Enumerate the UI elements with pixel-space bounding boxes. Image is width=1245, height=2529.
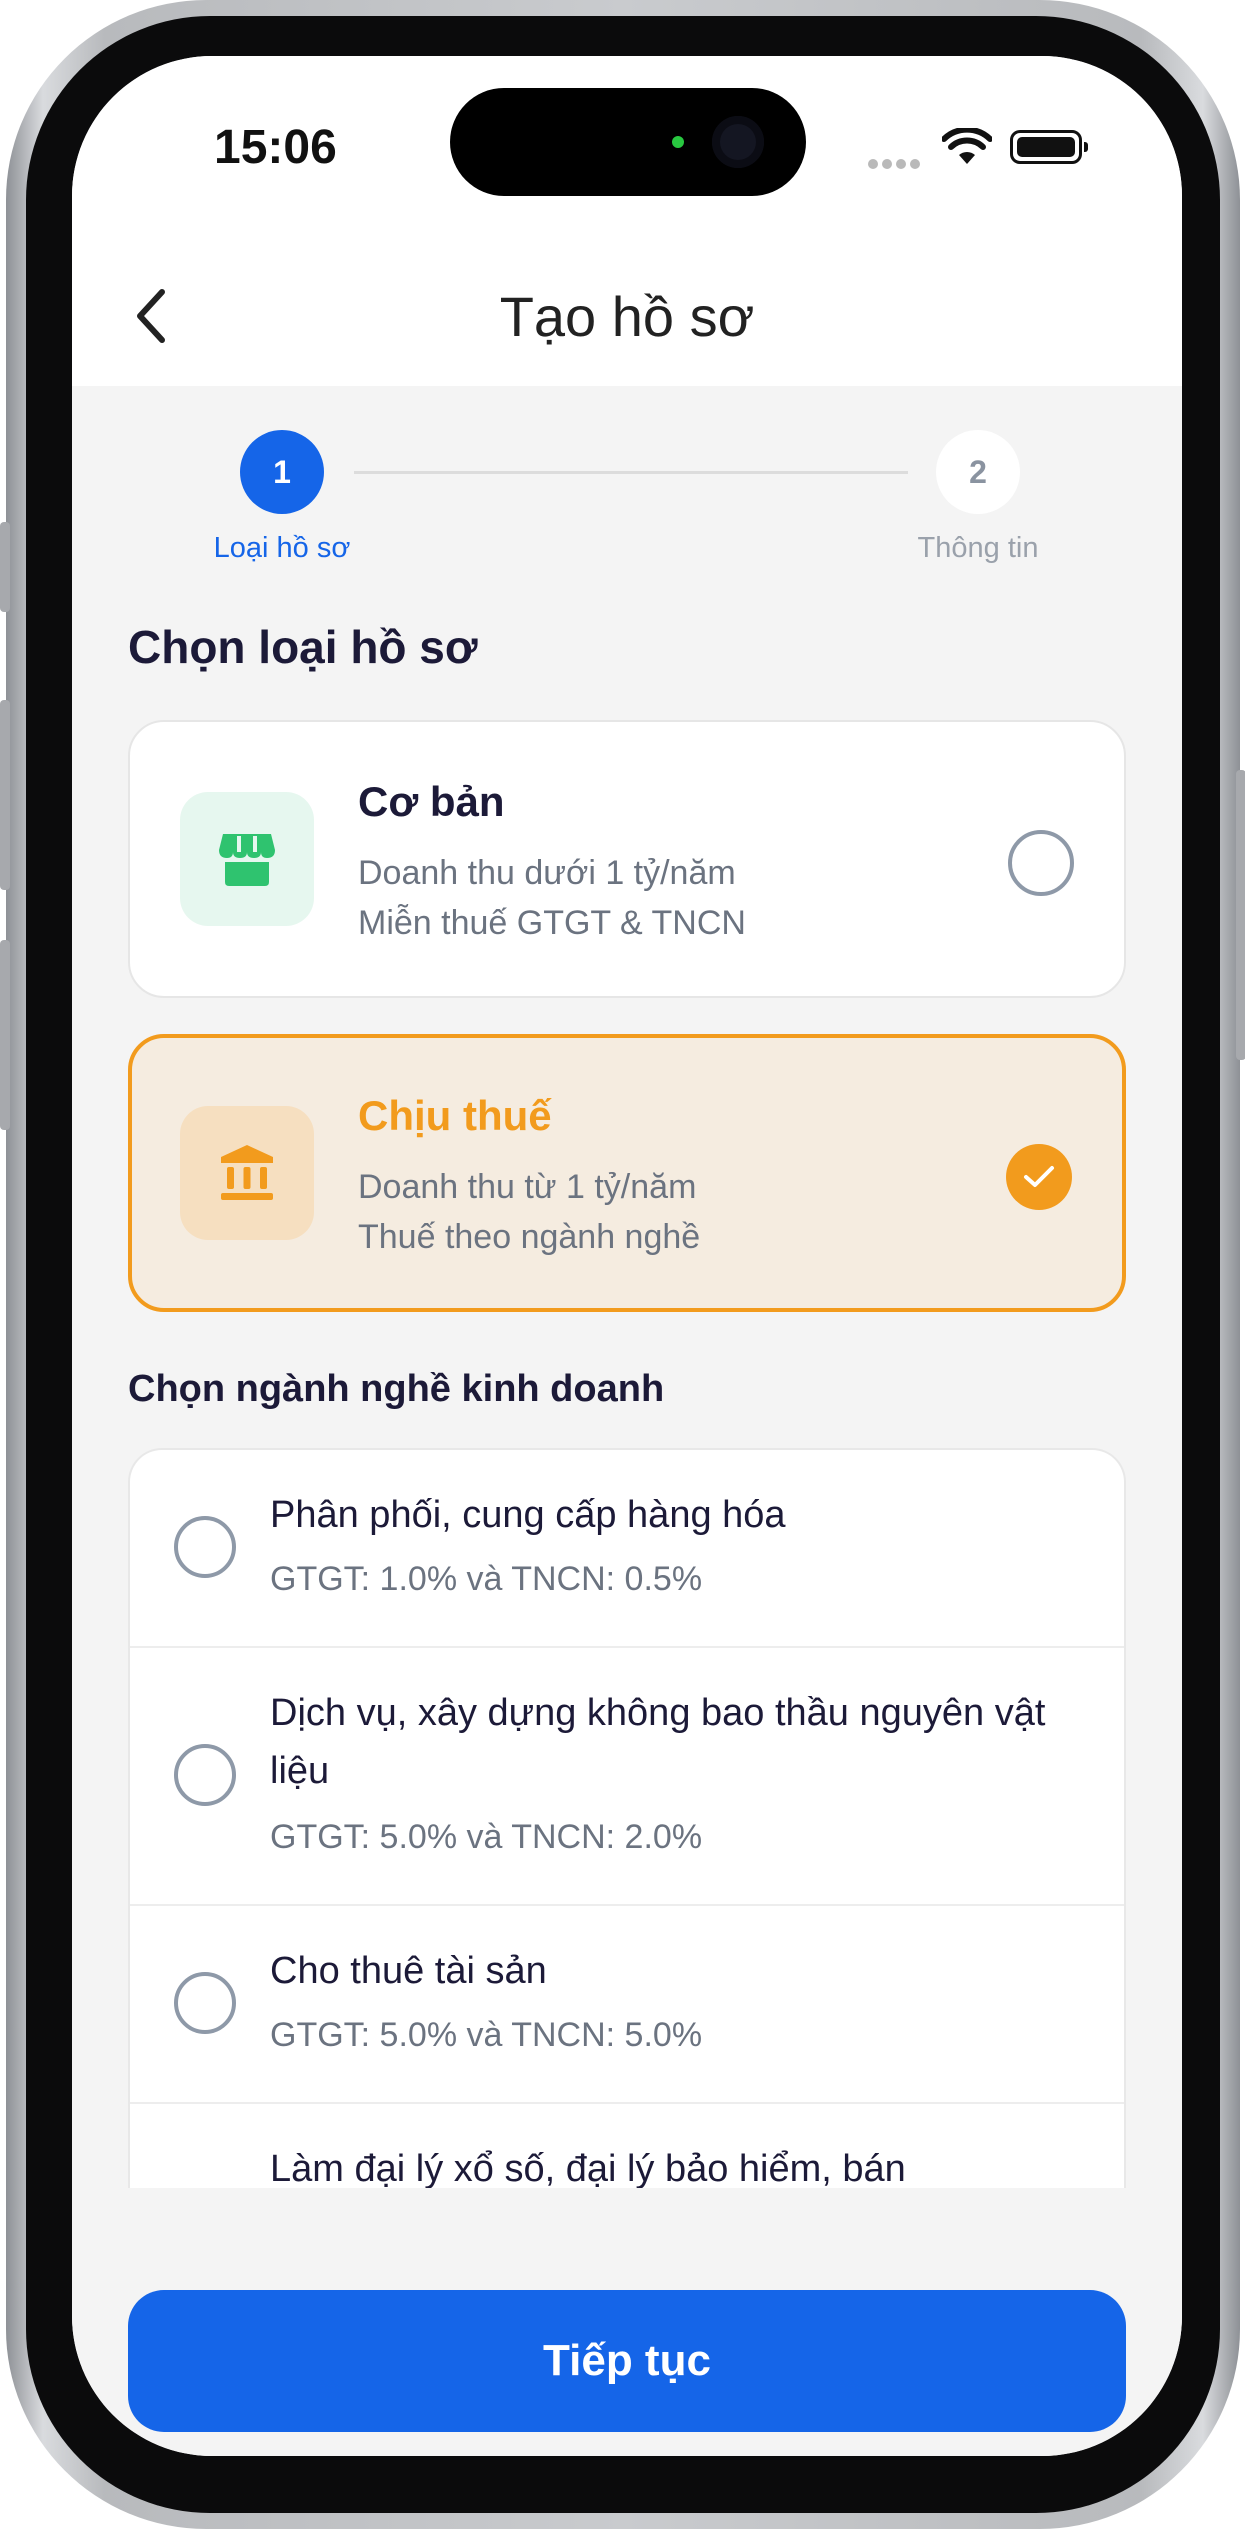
card-icon-container xyxy=(180,792,314,926)
step-1-indicator: 1 xyxy=(240,430,324,514)
nav-header: Tạo hồ sơ xyxy=(72,246,1182,386)
bottom-action-bar: Tiếp tục xyxy=(72,2188,1182,2456)
stepper-connector xyxy=(354,471,908,474)
industry-tax-rate: GTGT: 1.0% và TNCN: 0.5% xyxy=(270,1560,703,1598)
continue-button[interactable]: Tiếp tục xyxy=(128,2290,1126,2432)
power-button xyxy=(1236,770,1245,1060)
industry-heading: Chọn ngành nghề kinh doanh xyxy=(128,1368,665,1410)
volume-down-button xyxy=(0,940,10,1130)
profile-type-card-basic[interactable]: Cơ bản Doanh thu dưới 1 tỷ/năm Miễn thuế… xyxy=(128,720,1126,998)
battery-icon xyxy=(1010,130,1088,164)
front-camera-icon xyxy=(712,116,764,168)
radio-button-unselected[interactable] xyxy=(174,1744,236,1806)
step-2-indicator: 2 xyxy=(936,430,1020,514)
card-description: Doanh thu dưới 1 tỷ/năm xyxy=(358,854,736,892)
industry-tax-rate: GTGT: 5.0% và TNCN: 5.0% xyxy=(270,2016,703,2054)
industry-item[interactable]: Dịch vụ, xây dựng không bao thầu nguyên … xyxy=(130,1648,1124,1906)
radio-button-unselected[interactable] xyxy=(174,1972,236,2034)
checkmark-icon xyxy=(1024,1166,1054,1187)
industry-tax-rate: GTGT: 5.0% và TNCN: 2.0% xyxy=(270,1818,703,1856)
radio-button-unselected[interactable] xyxy=(174,1516,236,1578)
status-time: 15:06 xyxy=(214,121,337,174)
storefront-icon xyxy=(219,834,275,886)
card-description: Miễn thuế GTGT & TNCN xyxy=(358,904,746,942)
profile-type-card-taxed[interactable]: Chịu thuế Doanh thu từ 1 tỷ/năm Thuế the… xyxy=(128,1034,1126,1312)
card-description: Thuế theo ngành nghề xyxy=(358,1218,701,1256)
radio-button-unselected[interactable] xyxy=(1008,830,1074,896)
mute-switch xyxy=(0,522,10,612)
bank-building-icon xyxy=(221,1145,273,1200)
card-description: Doanh thu từ 1 tỷ/năm xyxy=(358,1168,697,1206)
industry-item[interactable]: Cho thuê tài sản GTGT: 5.0% và TNCN: 5.0… xyxy=(130,1906,1124,2104)
privacy-indicator-icon xyxy=(672,136,684,148)
industry-list: Phân phối, cung cấp hàng hóa GTGT: 1.0% … xyxy=(128,1448,1126,2208)
industry-name: Phân phối, cung cấp hàng hóa xyxy=(270,1494,786,1536)
card-title: Cơ bản xyxy=(358,778,505,825)
industry-item[interactable]: Phân phối, cung cấp hàng hóa GTGT: 1.0% … xyxy=(130,1450,1124,1648)
profile-type-heading: Chọn loại hồ sơ xyxy=(128,621,478,673)
volume-up-button xyxy=(0,700,10,890)
industry-name: Dịch vụ, xây dựng không bao thầu nguyên … xyxy=(270,1692,1046,1792)
card-title: Chịu thuế xyxy=(358,1092,552,1139)
page-title: Tạo hồ sơ xyxy=(499,285,755,348)
card-icon-container xyxy=(180,1106,314,1240)
wifi-icon xyxy=(941,126,993,173)
step-2-label: Thông tin xyxy=(917,532,1039,564)
industry-name: Cho thuê tài sản xyxy=(270,1950,547,1992)
radio-button-selected[interactable] xyxy=(1006,1144,1072,1210)
progress-stepper: 1 2 Loại hồ sơ Thông tin xyxy=(72,426,1182,586)
cellular-signal-icon xyxy=(868,156,924,174)
step-1-label: Loại hồ sơ xyxy=(213,532,351,564)
dynamic-island xyxy=(450,88,806,196)
screen: 15:06 Tạo hồ sơ 1 2 Loại hồ sơ Thông tin… xyxy=(72,56,1182,2456)
phone-frame: 15:06 Tạo hồ sơ 1 2 Loại hồ sơ Thông tin… xyxy=(0,0,1245,2529)
